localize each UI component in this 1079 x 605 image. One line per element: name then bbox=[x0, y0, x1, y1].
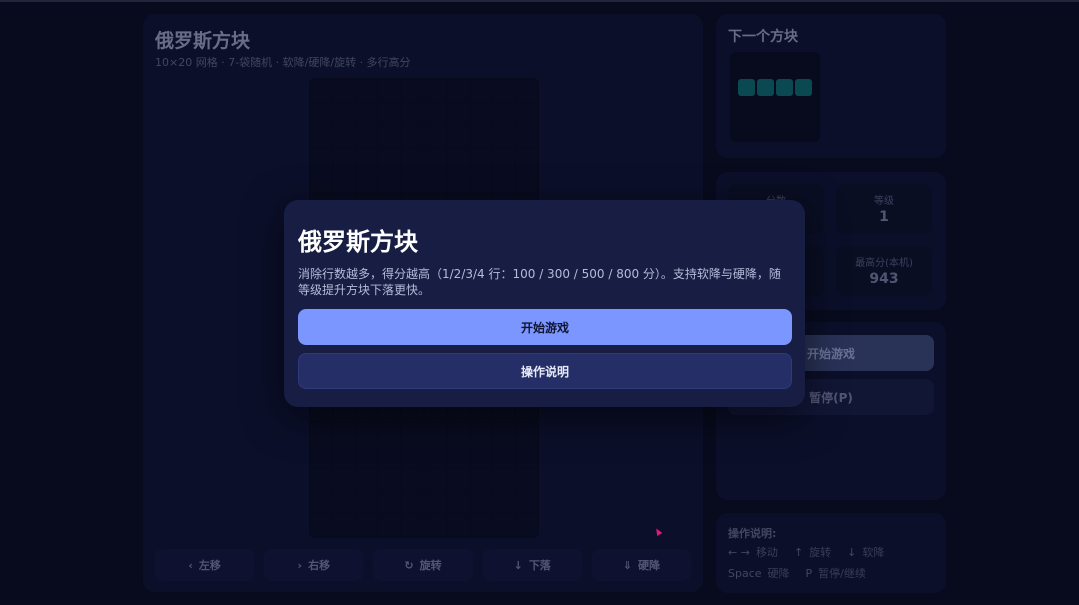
instructions-button[interactable]: 操作说明 bbox=[298, 353, 792, 389]
dialog-description: 消除行数越多，得分越高（1/2/3/4 行：100 / 300 / 500 / … bbox=[298, 267, 781, 297]
dialog-title: 俄罗斯方块 bbox=[298, 228, 418, 256]
start-dialog: 俄罗斯方块 消除行数越多，得分越高（1/2/3/4 行：100 / 300 / … bbox=[284, 200, 805, 407]
start-game-button[interactable]: 开始游戏 bbox=[298, 309, 792, 345]
